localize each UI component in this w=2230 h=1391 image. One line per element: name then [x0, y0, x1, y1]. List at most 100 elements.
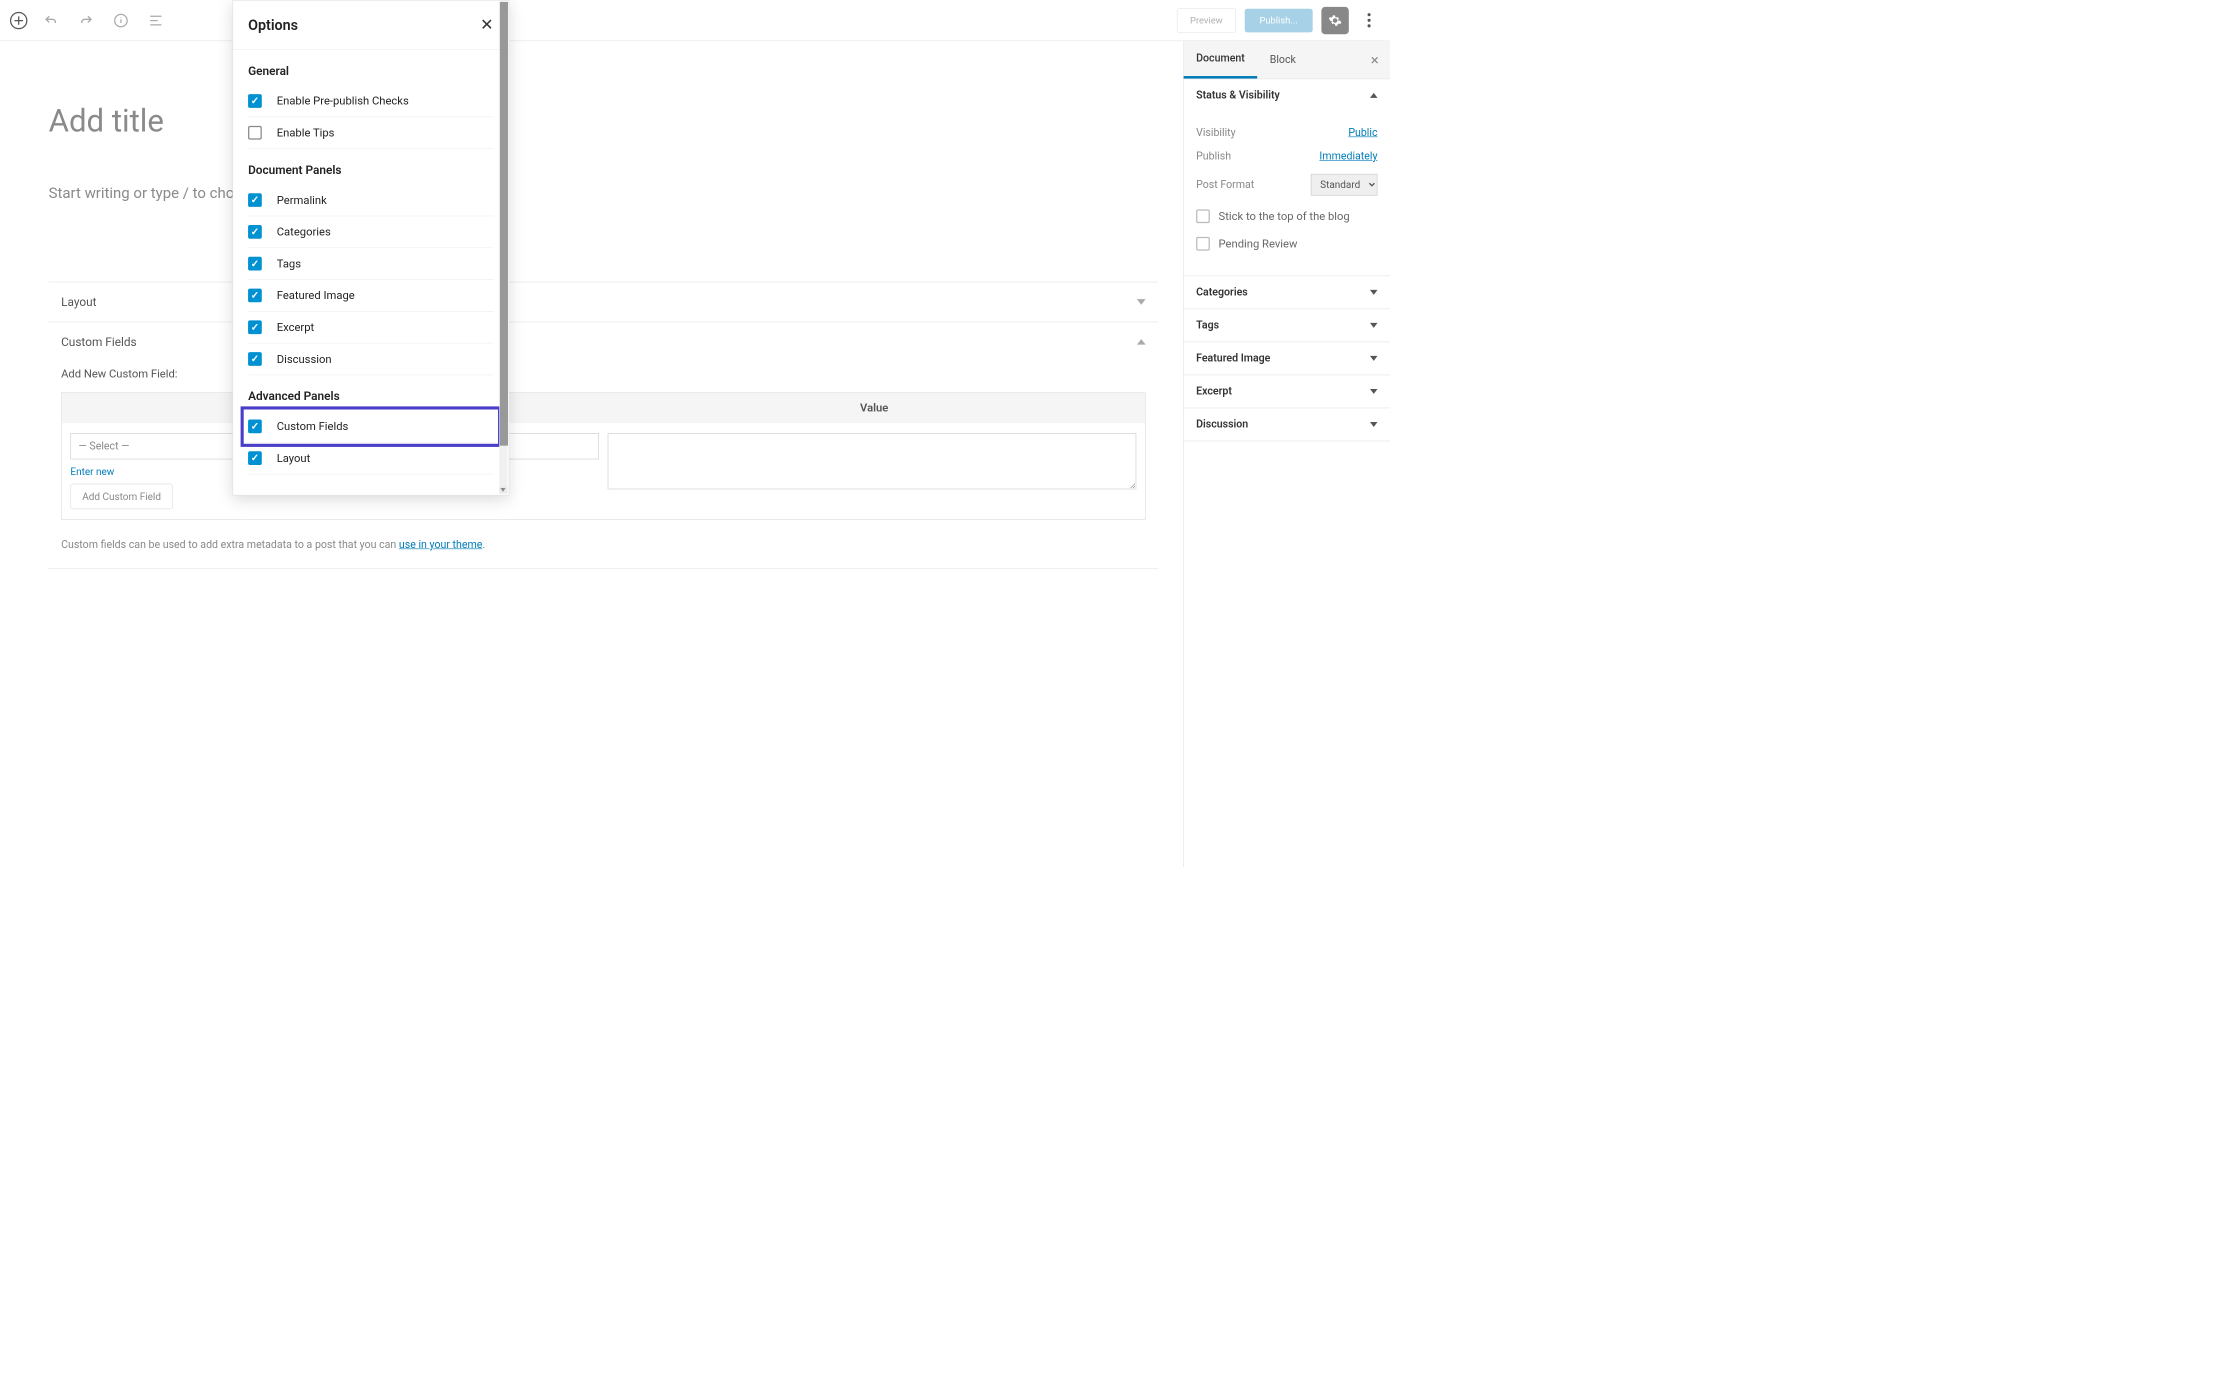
- redo-icon[interactable]: [75, 9, 97, 31]
- publish-value-link[interactable]: Immediately: [1319, 150, 1377, 162]
- pending-label: Pending Review: [1219, 237, 1298, 250]
- sidebar-close-button[interactable]: ×: [1360, 51, 1390, 68]
- visibility-label: Visibility: [1196, 127, 1236, 139]
- modal-scrollbar-thumb[interactable]: [500, 2, 508, 446]
- opt-categories[interactable]: Categories: [248, 216, 494, 248]
- cf-help-pre: Custom fields can be used to add extra m…: [61, 539, 399, 551]
- chevron-down-icon: [1370, 422, 1377, 427]
- custom-fields-metabox-title: Custom Fields: [61, 335, 137, 349]
- settings-button[interactable]: [1321, 7, 1348, 34]
- checkbox-icon[interactable]: [248, 419, 262, 433]
- cf-value-textarea[interactable]: [608, 433, 1137, 489]
- post-format-select[interactable]: Standard: [1311, 174, 1378, 196]
- panel-discussion[interactable]: Discussion: [1184, 408, 1390, 441]
- checkbox-icon[interactable]: [248, 126, 262, 140]
- chevron-down-icon: [1370, 356, 1377, 361]
- checkbox-icon[interactable]: [248, 320, 262, 334]
- cf-help-post: .: [482, 539, 485, 551]
- visibility-value-link[interactable]: Public: [1348, 127, 1377, 139]
- chevron-down-icon: [1137, 299, 1146, 305]
- layout-metabox: Layout: [49, 282, 1158, 322]
- post-format-row: Post Format Standard: [1196, 174, 1377, 196]
- modal-title: Options: [248, 17, 298, 34]
- publish-label: Publish: [1196, 150, 1231, 162]
- panel-status-title: Status & Visibility: [1196, 89, 1280, 101]
- section-document-panels-title: Document Panels: [233, 149, 508, 185]
- pending-row[interactable]: Pending Review: [1196, 237, 1377, 251]
- opt-label: Permalink: [277, 194, 327, 207]
- panel-featured-image[interactable]: Featured Image: [1184, 342, 1390, 375]
- chevron-up-icon: [1137, 339, 1146, 345]
- info-icon[interactable]: [110, 9, 132, 31]
- checkbox-icon[interactable]: [248, 193, 262, 207]
- checkbox-icon[interactable]: [248, 94, 262, 108]
- cf-enter-new-link[interactable]: Enter new: [70, 466, 114, 478]
- opt-label: Featured Image: [277, 289, 355, 302]
- pending-checkbox[interactable]: [1196, 237, 1210, 251]
- panel-categories[interactable]: Categories: [1184, 276, 1390, 309]
- metaboxes: Layout Custom Fields Add New Custom Fiel…: [49, 282, 1158, 569]
- modal-scrollbar-down-icon[interactable]: [499, 486, 507, 493]
- panel-status-header[interactable]: Status & Visibility: [1184, 79, 1390, 111]
- stick-label: Stick to the top of the blog: [1219, 210, 1350, 223]
- publish-button[interactable]: Publish...: [1245, 8, 1313, 32]
- opt-tips[interactable]: Enable Tips: [248, 117, 494, 149]
- checkbox-icon[interactable]: [248, 289, 262, 303]
- settings-sidebar: Document Block × Status & Visibility Vis…: [1183, 41, 1390, 867]
- opt-label: Excerpt: [277, 321, 314, 334]
- opt-discussion[interactable]: Discussion: [248, 343, 494, 375]
- cf-help-link[interactable]: use in your theme: [399, 539, 482, 551]
- options-modal: Options ✕ General Enable Pre-publish Che…: [232, 0, 509, 496]
- tab-document[interactable]: Document: [1184, 41, 1258, 78]
- custom-fields-metabox: Custom Fields Add New Custom Field: Name…: [49, 322, 1158, 569]
- opt-label: Categories: [277, 225, 331, 238]
- publish-row: Publish Immediately: [1196, 150, 1377, 162]
- cf-table: Name Value — Select — Enter new Add Cust…: [61, 392, 1146, 520]
- cf-col-value: Value: [603, 401, 1145, 414]
- cf-help-text: Custom fields can be used to add extra m…: [61, 539, 1146, 551]
- checkbox-icon[interactable]: [248, 451, 262, 465]
- cf-add-label: Add New Custom Field:: [61, 368, 1146, 381]
- undo-icon[interactable]: [40, 9, 62, 31]
- sidebar-tabs: Document Block ×: [1184, 41, 1390, 79]
- checkbox-icon[interactable]: [248, 225, 262, 239]
- cf-header-row: Name Value: [62, 393, 1145, 424]
- opt-label: Custom Fields: [277, 420, 349, 433]
- add-block-icon[interactable]: [10, 12, 27, 29]
- editor-body: Add title Start writing or type / to cho…: [0, 41, 1390, 867]
- opt-label: Discussion: [277, 352, 332, 365]
- panel-tags[interactable]: Tags: [1184, 309, 1390, 342]
- more-menu-button[interactable]: [1358, 9, 1380, 31]
- topbar-right: Preview Publish...: [1177, 7, 1380, 34]
- stick-row[interactable]: Stick to the top of the blog: [1196, 209, 1377, 223]
- chevron-down-icon: [1370, 323, 1377, 328]
- panel-excerpt[interactable]: Excerpt: [1184, 375, 1390, 408]
- stick-checkbox[interactable]: [1196, 209, 1210, 223]
- layout-metabox-header[interactable]: Layout: [49, 282, 1158, 321]
- tab-block[interactable]: Block: [1257, 42, 1308, 77]
- editor-topbar: Preview Publish...: [0, 0, 1390, 41]
- opt-featured-image[interactable]: Featured Image: [248, 280, 494, 312]
- preview-button[interactable]: Preview: [1177, 8, 1236, 33]
- opt-label: Enable Tips: [277, 126, 335, 139]
- cf-add-button[interactable]: Add Custom Field: [70, 484, 172, 510]
- opt-tags[interactable]: Tags: [248, 248, 494, 280]
- outline-icon[interactable]: [145, 9, 167, 31]
- opt-permalink[interactable]: Permalink: [248, 184, 494, 216]
- visibility-row: Visibility Public: [1196, 127, 1377, 139]
- opt-prepublish[interactable]: Enable Pre-publish Checks: [248, 85, 494, 117]
- custom-fields-metabox-header[interactable]: Custom Fields: [49, 322, 1158, 361]
- post-body-input[interactable]: Start writing or type / to choose: [49, 184, 1158, 201]
- section-advanced-panels-title: Advanced Panels: [233, 375, 508, 411]
- modal-close-button[interactable]: ✕: [480, 16, 494, 35]
- chevron-down-icon: [1370, 290, 1377, 295]
- opt-custom-fields[interactable]: Custom Fields: [245, 411, 497, 443]
- checkbox-icon[interactable]: [248, 352, 262, 366]
- opt-excerpt[interactable]: Excerpt: [248, 312, 494, 344]
- post-title-input[interactable]: Add title: [49, 103, 1158, 139]
- layout-metabox-title: Layout: [61, 295, 96, 309]
- topbar-left: [10, 9, 167, 31]
- opt-layout[interactable]: Layout: [248, 443, 494, 475]
- checkbox-icon[interactable]: [248, 257, 262, 271]
- editor-main: Add title Start writing or type / to cho…: [0, 41, 1183, 867]
